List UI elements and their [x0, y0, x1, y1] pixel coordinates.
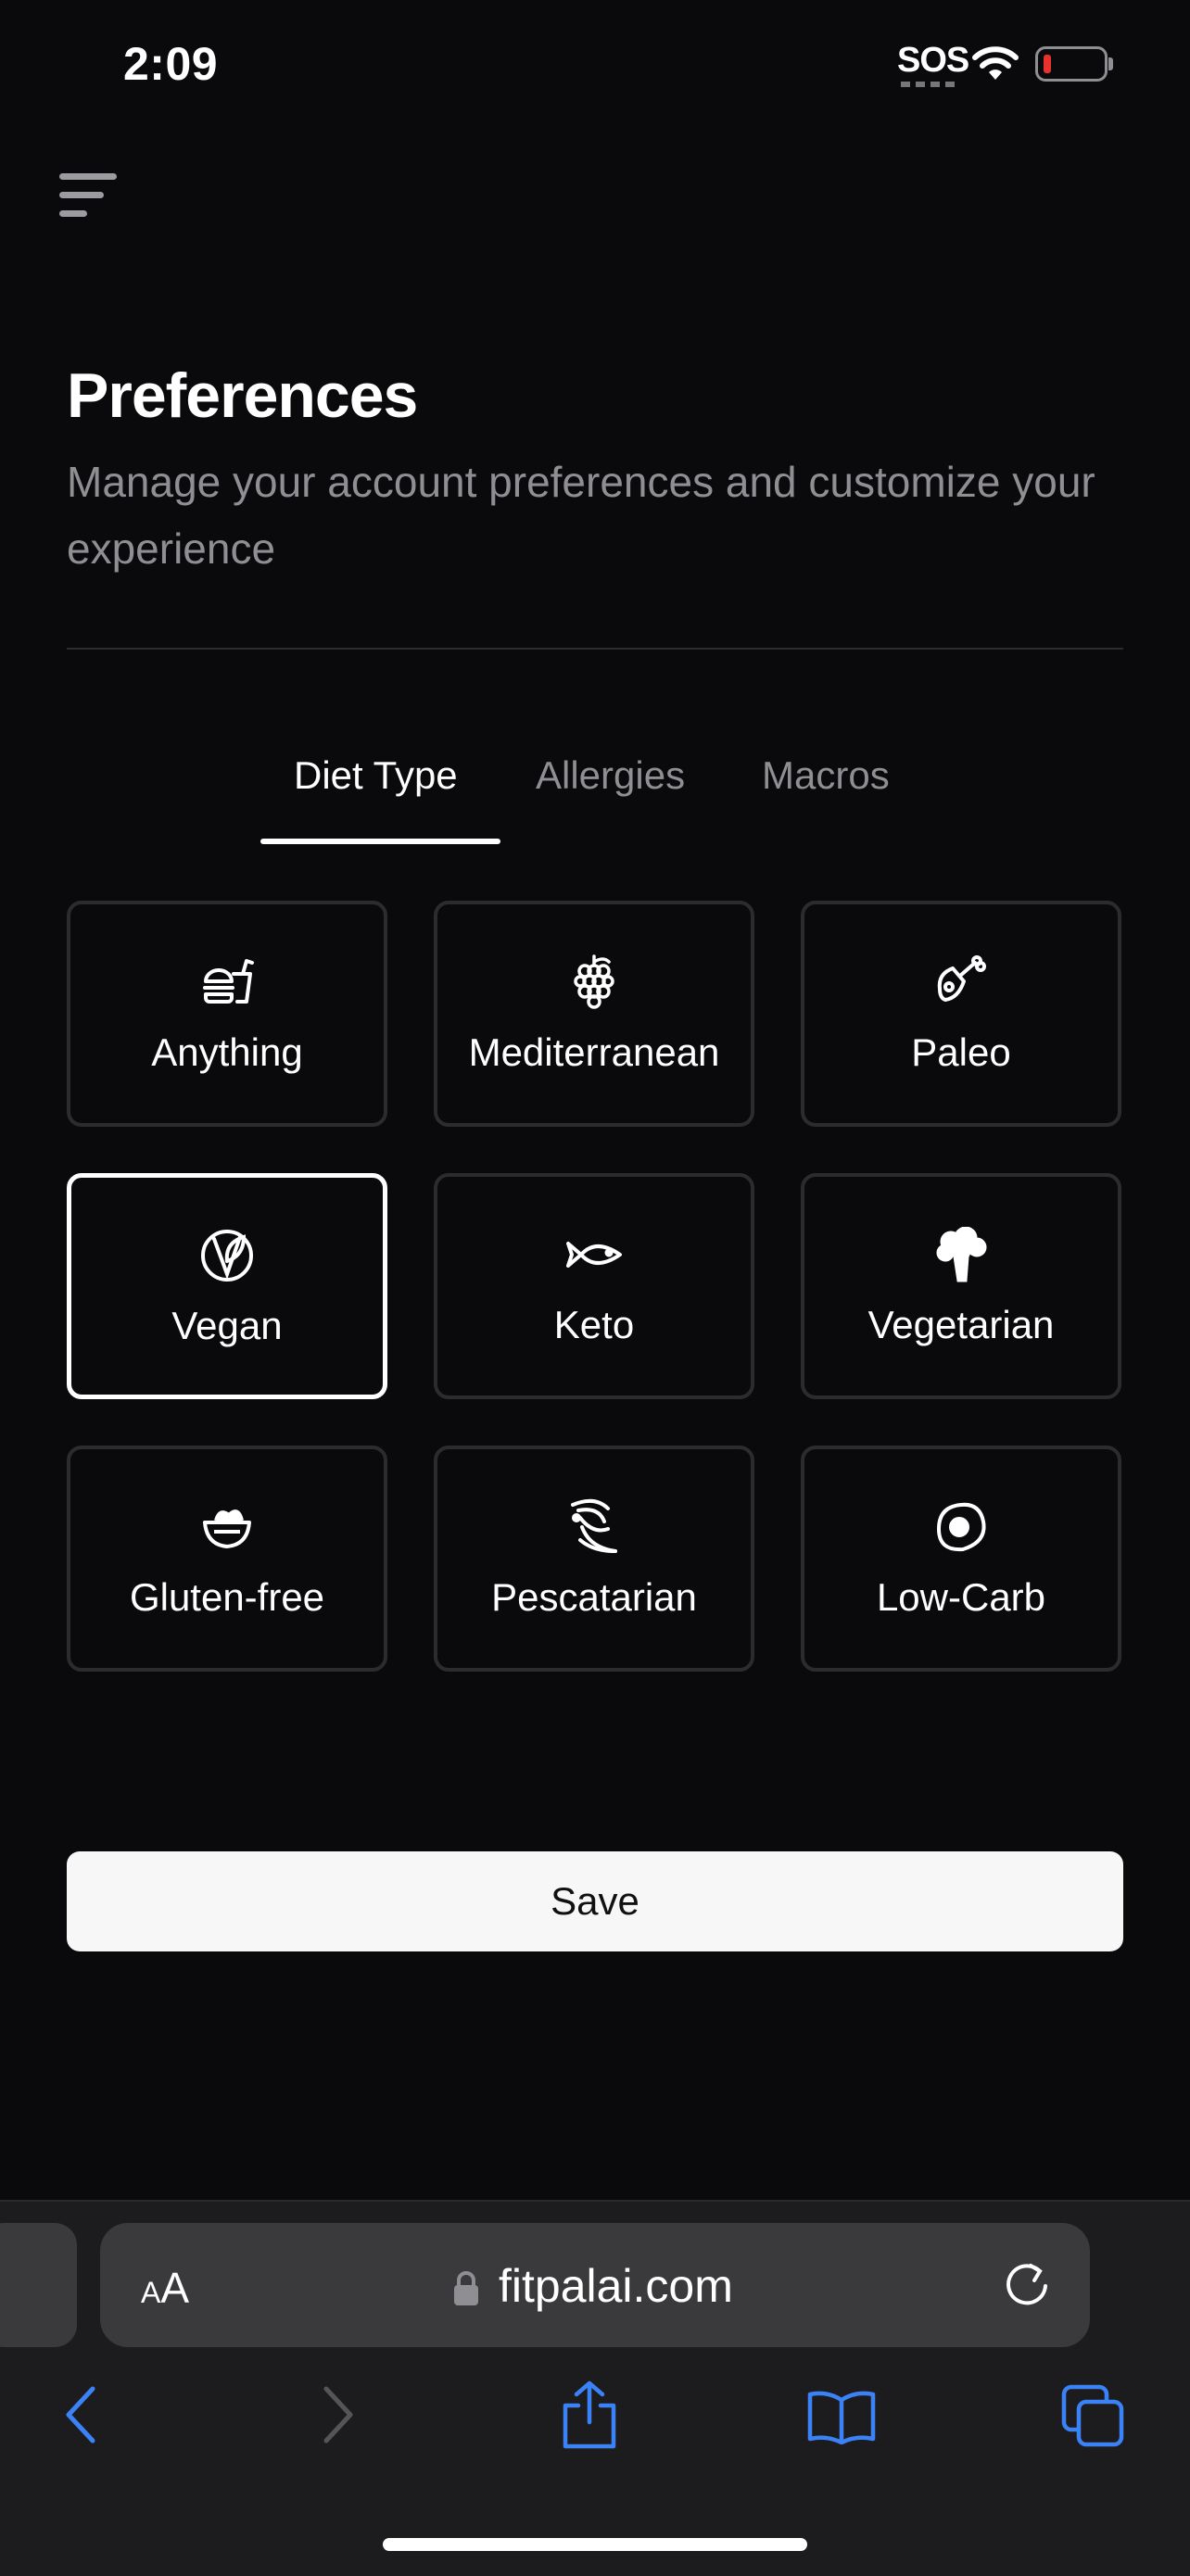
- page-title: Preferences: [67, 360, 418, 431]
- diet-option-label: Gluten-free: [129, 1575, 325, 1619]
- vegan-leaf-icon: [201, 1230, 253, 1282]
- diet-option-label: Low-Carb: [876, 1575, 1046, 1619]
- diet-option-label: Paleo: [911, 1030, 1011, 1074]
- previous-tab-preview[interactable]: [0, 2223, 77, 2347]
- diet-option-gluten-free[interactable]: Gluten-free: [67, 1446, 387, 1672]
- tab-macros[interactable]: Macros: [762, 753, 890, 798]
- text-size-button[interactable]: AA: [141, 2263, 189, 2313]
- home-indicator: [383, 2538, 807, 2551]
- egg-icon: [936, 1502, 986, 1552]
- diet-option-paleo[interactable]: Paleo: [801, 901, 1121, 1127]
- tabs-icon[interactable]: [1060, 2383, 1127, 2448]
- battery-icon: [1035, 46, 1108, 82]
- status-time: 2:09: [123, 38, 219, 90]
- battery-nub: [1108, 57, 1113, 70]
- burger-drink-icon: [203, 959, 254, 1004]
- diet-option-vegan[interactable]: Vegan: [67, 1173, 387, 1399]
- diet-option-label: Pescatarian: [491, 1575, 697, 1619]
- diet-option-label: Keto: [553, 1303, 635, 1346]
- diet-option-label: Mediterranean: [468, 1030, 720, 1074]
- wifi-icon: [972, 46, 1019, 80]
- url-text: fitpalai.com: [499, 2260, 733, 2312]
- diet-option-anything[interactable]: Anything: [67, 901, 387, 1127]
- signal-dots: [901, 82, 956, 87]
- share-icon[interactable]: [560, 2380, 619, 2450]
- shrimp-icon: [571, 1498, 617, 1553]
- page-subtitle: Manage your account preferences and cust…: [67, 458, 1095, 573]
- diet-option-label: Vegan: [171, 1304, 283, 1347]
- text-size-small-a: A: [141, 2276, 161, 2309]
- back-icon[interactable]: [59, 2381, 104, 2448]
- diet-option-low-carb[interactable]: Low-Carb: [801, 1446, 1121, 1672]
- sos-indicator: SOS: [897, 41, 969, 80]
- fish-icon: [566, 1242, 622, 1268]
- tab-allergies[interactable]: Allergies: [536, 753, 685, 798]
- diet-option-keto[interactable]: Keto: [434, 1173, 754, 1399]
- grapes-icon: [574, 954, 614, 1009]
- menu-icon[interactable]: [56, 170, 120, 221]
- broccoli-icon: [936, 1227, 987, 1282]
- forward-icon[interactable]: [315, 2381, 360, 2448]
- reload-icon[interactable]: [1003, 2258, 1055, 2310]
- lock-icon: [454, 2271, 478, 2305]
- text-size-large-a: A: [160, 2264, 190, 2312]
- active-tab-indicator: [260, 839, 500, 844]
- divider: [67, 648, 1123, 650]
- diet-option-label: Anything: [151, 1030, 303, 1074]
- diet-option-pescatarian[interactable]: Pescatarian: [434, 1446, 754, 1672]
- diet-option-mediterranean[interactable]: Mediterranean: [434, 901, 754, 1127]
- diet-option-vegetarian[interactable]: Vegetarian: [801, 1173, 1121, 1399]
- tab-diet-type[interactable]: Diet Type: [294, 753, 458, 798]
- diet-option-label: Vegetarian: [867, 1303, 1055, 1346]
- salad-bowl-icon: [203, 1509, 251, 1548]
- bookmarks-icon[interactable]: [806, 2389, 877, 2444]
- save-button[interactable]: Save: [67, 1851, 1123, 1951]
- meat-drumstick-icon: [937, 955, 986, 1002]
